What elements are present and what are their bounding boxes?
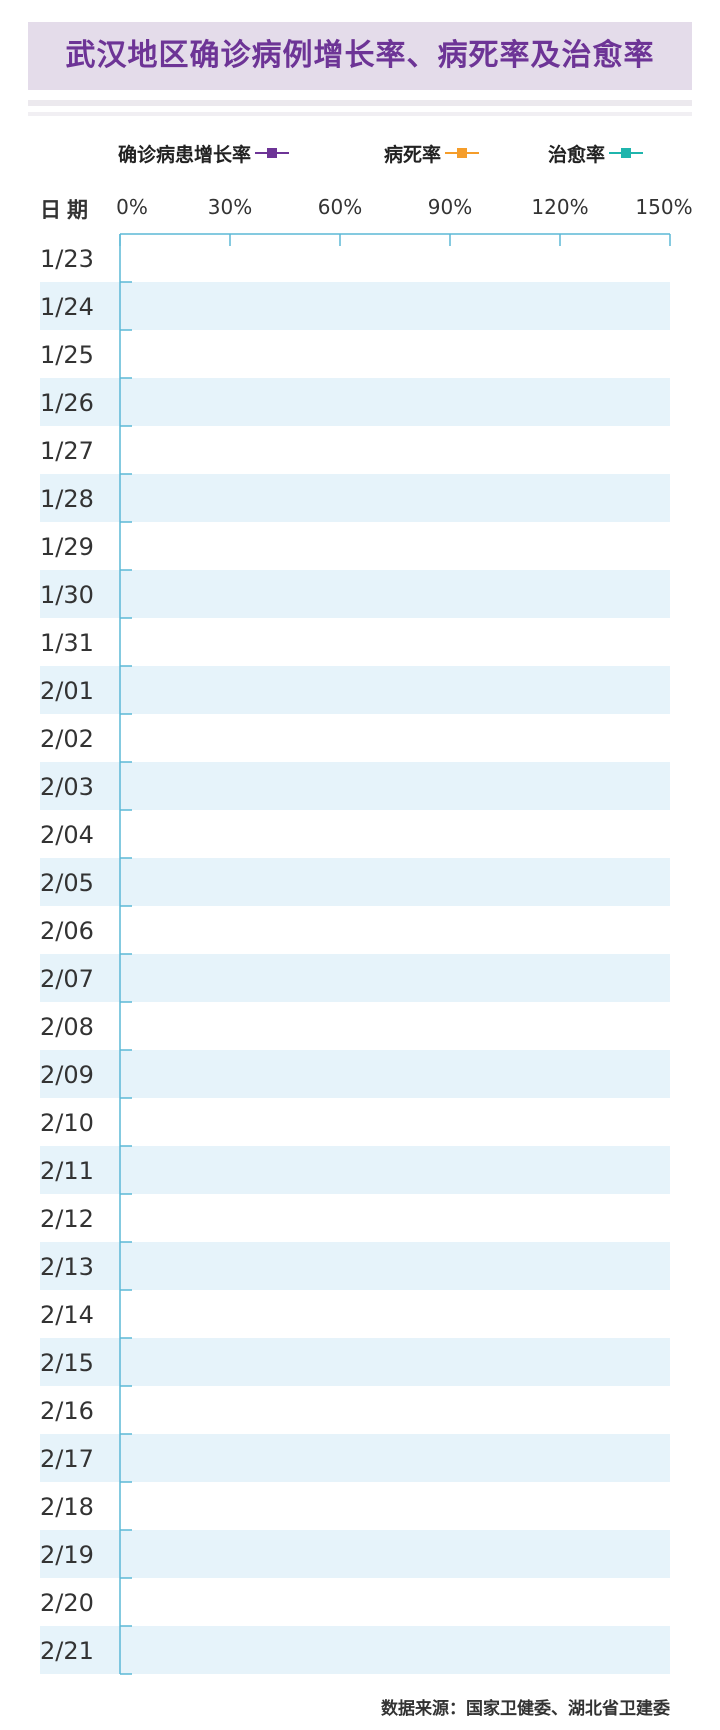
row-stripe bbox=[40, 1242, 670, 1290]
row-stripe bbox=[40, 1530, 670, 1578]
chart-plot-area: 1/23 1/24 1/25 1/26 1/27 1/28 1/29 1/30 1/31 2/01… bbox=[40, 233, 671, 1675]
row-stripe bbox=[40, 1434, 670, 1482]
data-source-note: 数据来源：国家卫健委、湖北省卫建委 bbox=[381, 1699, 670, 1719]
date-label: 2/19 bbox=[40, 1541, 94, 1569]
date-label: 2/07 bbox=[40, 965, 94, 993]
date-label: 2/13 bbox=[40, 1253, 94, 1281]
date-label: 1/29 bbox=[40, 533, 94, 561]
row-stripe bbox=[40, 1338, 670, 1386]
row-stripe bbox=[40, 474, 670, 522]
date-label: 1/25 bbox=[40, 341, 94, 369]
date-label: 2/05 bbox=[40, 869, 94, 897]
date-label: 2/09 bbox=[40, 1061, 94, 1089]
row-stripe bbox=[40, 954, 670, 1002]
date-label: 2/12 bbox=[40, 1205, 94, 1233]
row-stripe bbox=[40, 1146, 670, 1194]
row-stripe bbox=[40, 666, 670, 714]
row-stripe bbox=[40, 1626, 670, 1674]
date-label: 2/17 bbox=[40, 1445, 94, 1473]
date-label: 1/26 bbox=[40, 389, 94, 417]
date-label: 1/27 bbox=[40, 437, 94, 465]
date-label: 1/28 bbox=[40, 485, 94, 513]
date-label: 2/06 bbox=[40, 917, 94, 945]
date-label: 1/23 bbox=[40, 245, 94, 273]
date-label: 2/15 bbox=[40, 1349, 94, 1377]
date-label: 2/16 bbox=[40, 1397, 94, 1425]
date-label: 2/14 bbox=[40, 1301, 94, 1329]
row-stripe bbox=[40, 282, 670, 330]
date-label: 2/08 bbox=[40, 1013, 94, 1041]
date-label: 1/31 bbox=[40, 629, 94, 657]
row-stripe bbox=[40, 1050, 670, 1098]
date-label: 2/20 bbox=[40, 1589, 94, 1617]
row-stripe bbox=[40, 858, 670, 906]
date-label: 1/24 bbox=[40, 293, 94, 321]
date-label: 2/01 bbox=[40, 677, 94, 705]
date-label: 2/04 bbox=[40, 821, 94, 849]
date-label: 2/21 bbox=[40, 1637, 94, 1665]
row-stripe bbox=[40, 378, 670, 426]
date-label: 2/10 bbox=[40, 1109, 94, 1137]
date-label: 2/03 bbox=[40, 773, 94, 801]
row-stripe bbox=[40, 762, 670, 810]
date-label: 2/02 bbox=[40, 725, 94, 753]
date-label: 1/30 bbox=[40, 581, 94, 609]
date-label: 2/18 bbox=[40, 1493, 94, 1521]
row-stripe bbox=[40, 570, 670, 618]
date-label: 2/11 bbox=[40, 1157, 94, 1185]
